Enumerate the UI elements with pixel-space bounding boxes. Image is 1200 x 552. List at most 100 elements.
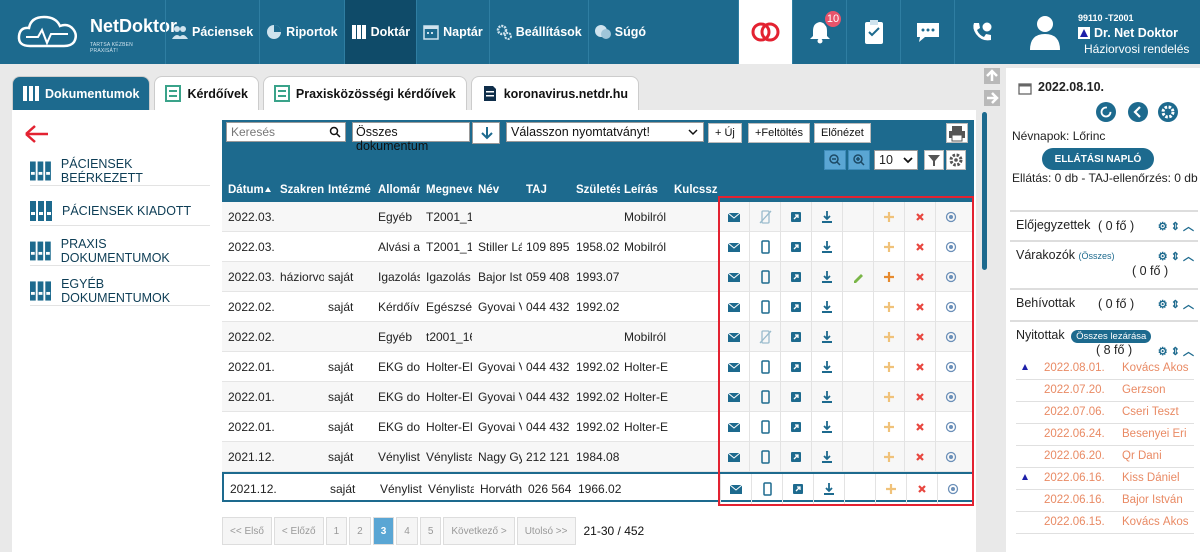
filter-apply-button[interactable] — [472, 122, 500, 144]
cell-date: 2022.03. — [228, 210, 275, 224]
search-input[interactable]: Keresés — [226, 122, 346, 142]
tab-koronavirus[interactable]: koronavirus.netdr.hu — [470, 76, 640, 110]
nav-doktar[interactable]: Doktár — [343, 0, 417, 64]
col-allomany[interactable]: Állomán — [378, 184, 420, 196]
cell-nev: Gyovai V — [478, 360, 522, 374]
netdoktor-logo[interactable]: NetDoktor TARTSA KÉZBEN PRAXISÁT! — [12, 8, 177, 56]
col-intezmeny[interactable]: Intézmé — [328, 184, 372, 196]
users-icon — [172, 26, 188, 39]
sidebar-settings-button[interactable] — [1158, 102, 1178, 122]
page-last-button[interactable]: Utolsó >> — [516, 517, 576, 545]
cell-all: EKG dok — [378, 420, 420, 434]
cell-szul: 1984.08. — [576, 450, 620, 464]
col-leiras[interactable]: Leírás — [624, 184, 668, 196]
patient-name: Gerzson — [1122, 384, 1166, 396]
scroll-up-button[interactable] — [984, 68, 1000, 84]
page-size-select[interactable]: 10 — [874, 150, 918, 170]
patient-date: 2022.06.16. — [1044, 472, 1105, 484]
patient-date: 2022.06.16. — [1044, 494, 1105, 506]
section-elojegyzettek[interactable]: Előjegyzettek ( 0 fő ) ⚙ ⇕ ︿ — [1010, 210, 1198, 238]
section-controls[interactable]: ⚙ ⇕ ︿ — [1158, 248, 1194, 264]
right-nav: 10 — [738, 0, 1008, 64]
tab-dokumentumok[interactable]: Dokumentumok — [12, 76, 151, 110]
document-filter-select[interactable]: Összes dokumentum — [352, 122, 470, 153]
open-patient-item[interactable]: 2022.07.06. Cseri Teszt — [1016, 402, 1194, 424]
col-taj[interactable]: TAJ — [526, 184, 566, 196]
col-kulcsszo[interactable]: Kulcssz — [674, 184, 718, 196]
all-link[interactable]: (Összes) — [1079, 251, 1115, 261]
messages-button[interactable] — [900, 0, 954, 64]
page-first-button[interactable]: << Első — [222, 517, 272, 545]
cell-meg: Vénylista — [428, 482, 474, 496]
section-nyitottak[interactable]: Nyitottak Összes lezárása ( 8 fő ) ⚙ ⇕ ︿ — [1010, 320, 1198, 360]
open-patient-item[interactable]: 2022.06.15. Kovács Ákos — [1016, 512, 1194, 534]
chevron-left-icon — [1133, 106, 1141, 118]
table-scroll-thumb[interactable] — [982, 112, 987, 270]
open-patient-item[interactable]: 2022.06.16. Kiss Dániel — [1016, 468, 1194, 490]
notifications-button[interactable]: 10 — [792, 0, 846, 64]
col-szuletes[interactable]: Születés — [576, 184, 620, 196]
cell-szak: háziorvo — [280, 270, 324, 284]
open-patient-item[interactable]: 2022.06.16. Bajor István — [1016, 490, 1194, 512]
user-panel[interactable]: 99110 -T2001 Dr. Net Doktor Háziorvosi r… — [1018, 0, 1200, 64]
care-log-button[interactable]: ELLÁTÁSI NAPLÓ — [1042, 148, 1154, 170]
col-megnevezes[interactable]: Megneve — [426, 184, 472, 196]
binders-icon — [30, 200, 52, 221]
preview-button[interactable]: Előnézet — [814, 123, 871, 143]
patient-name: Qr Dani — [1122, 450, 1162, 462]
left-menu-item-praxis[interactable]: PRAXIS DOKUMENTUMOK — [30, 236, 210, 266]
col-szakrend[interactable]: Szakren — [280, 184, 324, 196]
checklist-icon — [273, 85, 290, 102]
page-2-button[interactable]: 2 — [349, 517, 371, 545]
open-patient-item[interactable]: 2022.06.24. Besenyei Eri — [1016, 424, 1194, 446]
section-controls[interactable]: ⚙ ⇕ ︿ — [1158, 343, 1194, 359]
refresh-button[interactable] — [1096, 102, 1116, 122]
section-controls[interactable]: ⚙ ⇕ ︿ — [1158, 296, 1194, 312]
nav-patients[interactable]: Páciensek — [165, 0, 259, 64]
zoom-in-button[interactable] — [848, 150, 870, 170]
eeszt-button[interactable] — [738, 0, 792, 64]
col-nev[interactable]: Név — [478, 184, 518, 196]
nav-label: Beállítások — [515, 25, 582, 39]
new-button[interactable]: + Új — [708, 123, 742, 143]
scroll-down-button[interactable] — [984, 90, 1000, 106]
nav-calendar[interactable]: Naptár — [416, 0, 489, 64]
section-varakozok[interactable]: Várakozók (Összes) ( 0 fő ) ⚙ ⇕ ︿ — [1010, 240, 1198, 284]
phone-button[interactable] — [954, 0, 1008, 64]
tab-kerdoivek[interactable]: Kérdőívek — [154, 76, 259, 110]
nav-help[interactable]: Súgó — [587, 0, 652, 64]
column-settings-button[interactable] — [946, 150, 966, 170]
nav-reports[interactable]: Riportok — [259, 0, 343, 64]
cell-all: Egyéb — [378, 330, 413, 344]
page-1-button[interactable]: 1 — [325, 517, 348, 545]
cell-taj: 044 432 — [526, 300, 570, 314]
left-menu-item-beerkezett[interactable]: PÁCIENSEK BEÉRKEZETT — [30, 156, 210, 186]
page-4-button[interactable]: 4 — [396, 517, 418, 545]
form-template-select[interactable]: Válasszon nyomtatványt! — [506, 122, 704, 142]
tab-praxiskozossegi[interactable]: Praxisközösségi kérdőívek — [262, 76, 467, 110]
open-patient-item[interactable]: 2022.07.20. Gerzson — [1016, 380, 1194, 402]
collapse-button[interactable] — [1128, 102, 1148, 122]
cell-taj: 044 432 — [526, 390, 570, 404]
page-prev-button[interactable]: < Előző — [273, 517, 324, 545]
section-controls[interactable]: ⚙ ⇕ ︿ — [1158, 218, 1194, 234]
open-patient-item[interactable]: 2022.08.01. Kovács Ákos — [1016, 358, 1194, 380]
print-button[interactable] — [946, 123, 968, 143]
left-menu-item-egyeb[interactable]: EGYÉB DOKUMENTUMOK — [30, 276, 210, 306]
open-patient-item[interactable]: 2022.06.20. Qr Dani — [1016, 446, 1194, 468]
page-3-button[interactable]: 3 — [372, 517, 395, 545]
page-next-button[interactable]: Következő > — [443, 517, 515, 545]
priority-triangle-icon — [1022, 364, 1028, 370]
section-behivottak[interactable]: Behívottak ( 0 fő ) ⚙ ⇕ ︿ — [1010, 288, 1198, 316]
cell-taj: 044 432 — [526, 360, 570, 374]
tasks-button[interactable] — [846, 0, 900, 64]
back-arrow-icon[interactable] — [24, 124, 50, 144]
filter-button[interactable] — [924, 150, 944, 170]
nav-settings[interactable]: Beállítások — [488, 0, 588, 64]
page-5-button[interactable]: 5 — [419, 517, 442, 545]
tab-label: Kérdőívek — [187, 86, 248, 101]
left-menu-item-kiadott[interactable]: PÁCIENSEK KIADOTT — [30, 196, 210, 226]
zoom-out-button[interactable] — [824, 150, 846, 170]
close-all-button[interactable]: Összes lezárása — [1071, 330, 1152, 343]
upload-button[interactable]: +Feltöltés — [748, 123, 810, 143]
